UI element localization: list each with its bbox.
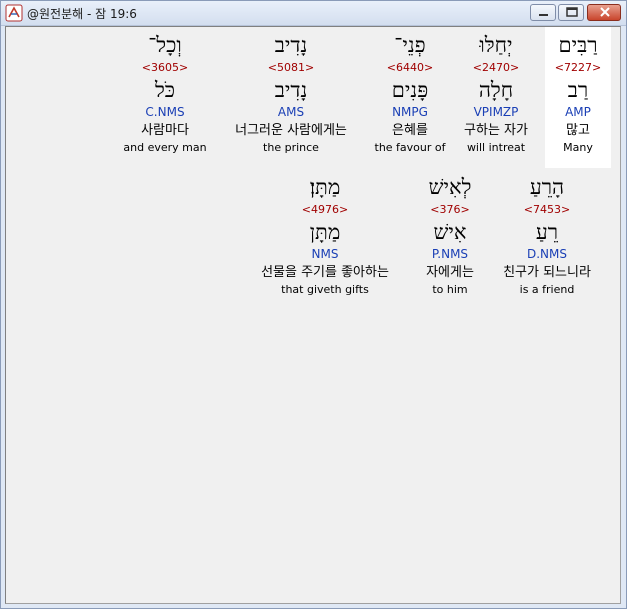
word-block[interactable]: לְאִישׁ <376> אִישׁ P.NMS 자에게는 to him: [412, 172, 488, 297]
korean-gloss: 친구가 되느니라: [503, 265, 591, 280]
word-block-selected[interactable]: רַבִּים <7227> רַב AMP 많고 Many: [545, 27, 611, 168]
morphology-code: D.NMS: [526, 247, 567, 261]
hebrew-root: פָּנִים: [391, 78, 429, 102]
morphology-code: NMS: [311, 247, 339, 261]
hebrew-root: רַב: [567, 78, 589, 102]
english-gloss: the favour of: [374, 141, 446, 154]
hebrew-root: רֵעַ: [535, 220, 559, 244]
hebrew-word: נָדִיב: [274, 33, 308, 57]
morphology-code: AMS: [277, 105, 305, 119]
hebrew-root: כֹּל: [154, 78, 176, 102]
minimize-button[interactable]: [530, 4, 556, 21]
korean-gloss: 너그러운 사람에게는: [235, 123, 347, 138]
word-block[interactable]: נָדִיב <5081> נָדִיב AMS 너그러운 사람에게는 the …: [220, 30, 362, 155]
morphology-code: C.NMS: [145, 105, 185, 119]
hebrew-root: נָדִיב: [274, 78, 308, 102]
strong-number[interactable]: <2470>: [454, 60, 538, 76]
word-block[interactable]: וְכָל־ <3605> כֹּל C.NMS 사람마다 and every …: [110, 30, 220, 155]
english-gloss: Many: [563, 141, 593, 154]
hebrew-word: לְאִישׁ: [428, 175, 472, 199]
title-bar[interactable]: @원전분해 - 잠 19:6: [1, 1, 626, 26]
window-title: @원전분해 - 잠 19:6: [27, 7, 137, 21]
morphology-code: NMPG: [392, 105, 428, 119]
morphology-code: AMP: [565, 105, 591, 119]
word-block[interactable]: הָרֵעַ <7453> רֵעַ D.NMS 친구가 되느니라 is a f…: [488, 172, 606, 297]
morphology-code: VPIMZP: [473, 105, 519, 119]
hebrew-word: מַתָּן׃: [309, 175, 341, 199]
strong-number[interactable]: <7453>: [488, 202, 606, 218]
hebrew-word: רַבִּים: [558, 33, 598, 57]
english-gloss: will intreat: [466, 141, 526, 154]
english-gloss: to him: [432, 283, 468, 296]
hebrew-word: יְחַלּוּ: [479, 33, 513, 57]
hebrew-word: הָרֵעַ: [529, 175, 565, 199]
close-button[interactable]: [587, 4, 621, 21]
strong-number[interactable]: <5081>: [220, 60, 362, 76]
english-gloss: and every man: [123, 141, 207, 154]
maximize-button[interactable]: [558, 4, 584, 21]
hebrew-root: חָלָה: [478, 78, 514, 102]
strong-number[interactable]: <7227>: [545, 60, 611, 76]
korean-gloss: 선물을 주기를 좋아하는: [261, 265, 389, 280]
strong-number[interactable]: <376>: [412, 202, 488, 218]
hebrew-word: פְנֵי־: [394, 33, 426, 57]
hebrew-root: אִישׁ: [433, 220, 467, 244]
hebrew-root: מַתָּן: [309, 220, 341, 244]
morphology-code: P.NMS: [431, 247, 469, 261]
word-block[interactable]: מַתָּן׃ <4976> מַתָּן NMS 선물을 주기를 좋아하는 t…: [242, 172, 408, 297]
app-window: @원전분해 - 잠 19:6 וְכָל־ <3605> כֹּל C.NMS …: [0, 0, 627, 609]
strong-number[interactable]: <6440>: [368, 60, 452, 76]
english-gloss: the prince: [263, 141, 319, 154]
korean-gloss: 구하는 자가: [464, 123, 528, 138]
english-gloss: is a friend: [519, 283, 575, 296]
analysis-pane[interactable]: וְכָל־ <3605> כֹּל C.NMS 사람마다 and every …: [5, 26, 621, 604]
app-logo-icon: [5, 4, 23, 22]
korean-gloss: 자에게는: [426, 265, 474, 280]
hebrew-word: וְכָל־: [148, 33, 182, 57]
korean-gloss: 많고: [566, 123, 590, 138]
english-gloss: that giveth gifts: [281, 283, 369, 296]
korean-gloss: 은혜를: [392, 123, 428, 138]
strong-number[interactable]: <3605>: [110, 60, 220, 76]
korean-gloss: 사람마다: [141, 123, 189, 138]
word-block[interactable]: יְחַלּוּ <2470> חָלָה VPIMZP 구하는 자가 will…: [454, 30, 538, 155]
strong-number[interactable]: <4976>: [242, 202, 408, 218]
word-block[interactable]: פְנֵי־ <6440> פָּנִים NMPG 은혜를 the favou…: [368, 30, 452, 155]
